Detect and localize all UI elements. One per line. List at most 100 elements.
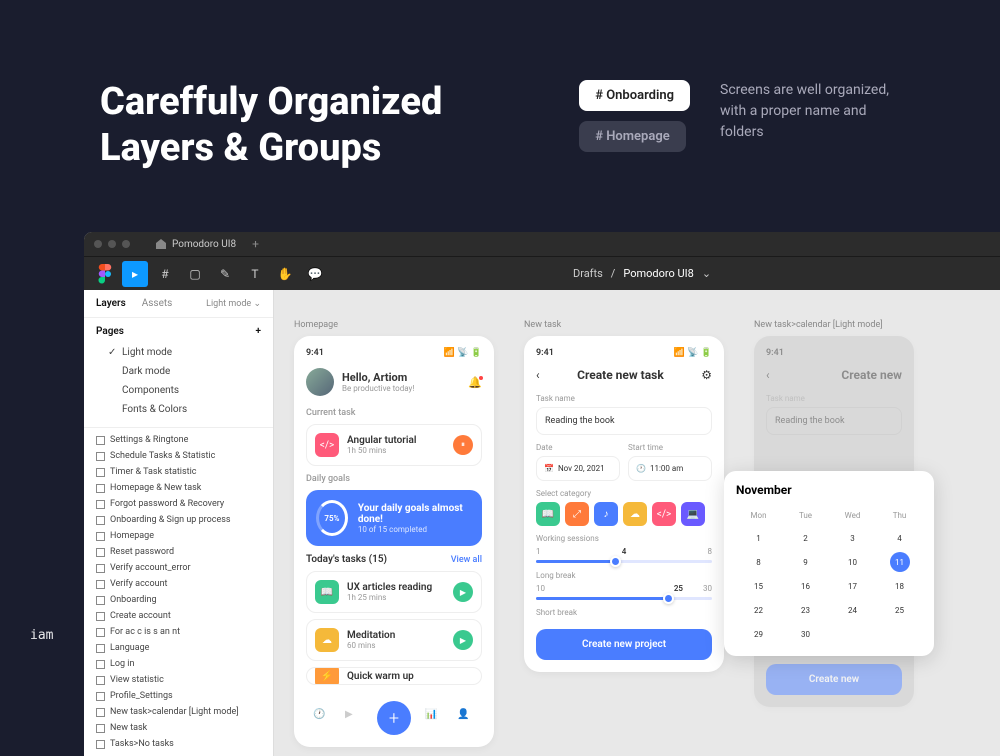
frame-label-newtask[interactable]: New task [524, 320, 724, 330]
page-item[interactable]: Components [96, 381, 261, 400]
layer-item[interactable]: For ac c is s an nt [84, 624, 273, 640]
cal-day[interactable]: 16 [796, 576, 816, 596]
layer-item[interactable]: Tasks>No tasks [84, 736, 273, 752]
tags-group: # Onboarding # Homepage [579, 80, 690, 152]
hand-tool[interactable]: ✋ [272, 261, 298, 287]
layer-item[interactable]: Onboarding [84, 592, 273, 608]
play-button[interactable]: ▶ [453, 582, 473, 602]
nav-profile-icon[interactable]: 👤 [457, 709, 475, 727]
page-item[interactable]: Fonts & Colors [96, 400, 261, 419]
frame-newtask[interactable]: 9:41 📶 📡 🔋 ‹ Create new task ⚙ Task name… [524, 336, 724, 672]
layer-item[interactable]: View statistic [84, 672, 273, 688]
layer-item[interactable]: Forgot password & Recovery [84, 496, 273, 512]
goals-card[interactable]: 75% Your daily goals almost done! 10 of … [306, 490, 482, 546]
avatar[interactable] [306, 368, 334, 396]
cat-expand-icon[interactable]: ⤢ [565, 502, 589, 526]
layer-item[interactable]: Settings & Ringtone [84, 432, 273, 448]
cal-day[interactable]: 10 [843, 552, 863, 572]
layer-item[interactable]: Schedule Tasks & Statistic [84, 448, 273, 464]
time-input[interactable]: 🕐 11:00 am [628, 456, 712, 481]
cal-day[interactable]: 3 [843, 528, 863, 548]
nav-clock-icon[interactable]: 🕐 [313, 709, 331, 727]
date-input[interactable]: 📅 Nov 20, 2021 [536, 456, 620, 481]
create-project-button[interactable]: Create new project [536, 629, 712, 660]
cat-laptop-icon[interactable]: 💻 [681, 502, 705, 526]
cat-code-icon[interactable]: </> [652, 502, 676, 526]
frame-homepage[interactable]: 9:41 📶 📡 🔋 Hello, Artiom Be productive t… [294, 336, 494, 747]
new-tab-button[interactable]: + [252, 237, 259, 251]
page-item[interactable]: Dark mode [96, 362, 261, 381]
longbreak-slider[interactable] [536, 597, 712, 600]
nav-play-icon[interactable]: ▶ [345, 709, 363, 727]
layer-item[interactable]: Homepage [84, 528, 273, 544]
tab-layers[interactable]: Layers [96, 298, 126, 309]
cal-day[interactable]: 11 [890, 552, 910, 572]
cat-book-icon[interactable]: 📖 [536, 502, 560, 526]
fab-add-button[interactable]: + [377, 701, 411, 735]
task-name-input[interactable]: Reading the book [536, 407, 712, 435]
cal-day[interactable]: 8 [749, 552, 769, 572]
create-button[interactable]: Create new [766, 664, 902, 695]
cal-day[interactable]: 15 [749, 576, 769, 596]
task-name-input[interactable]: Reading the book [766, 407, 902, 435]
breadcrumb[interactable]: Drafts / Pomodoro UI8 ⌄ [332, 267, 952, 280]
cal-day[interactable]: 30 [796, 624, 816, 644]
cal-day[interactable]: 17 [843, 576, 863, 596]
window-tab[interactable]: Pomodoro UI8 [156, 239, 236, 250]
calendar-popup[interactable]: November MonTueWedThu1234891011151617182… [724, 471, 934, 656]
mode-dropdown[interactable]: Light mode ⌄ [206, 299, 261, 309]
layer-item[interactable]: Log in [84, 656, 273, 672]
pause-button[interactable]: ⏸ [453, 435, 473, 455]
create-header: Create new [841, 368, 902, 382]
layer-item[interactable]: Verify account_error [84, 560, 273, 576]
bell-icon[interactable]: 🔔 [468, 376, 482, 389]
layer-item[interactable]: Homepage & New task [84, 480, 273, 496]
play-button[interactable]: ▶ [453, 630, 473, 650]
layer-item[interactable]: Onboarding & Sign up process [84, 512, 273, 528]
traffic-max-icon[interactable] [122, 240, 130, 248]
layer-item[interactable]: Verify account [84, 576, 273, 592]
cal-day[interactable]: 4 [890, 528, 910, 548]
page-item[interactable]: ✓Light mode [96, 343, 261, 362]
cal-day[interactable]: 1 [749, 528, 769, 548]
traffic-min-icon[interactable] [108, 240, 116, 248]
cal-day[interactable]: 9 [796, 552, 816, 572]
tab-assets[interactable]: Assets [142, 298, 173, 309]
cal-day[interactable]: 23 [796, 600, 816, 620]
canvas[interactable]: Homepage 9:41 📶 📡 🔋 Hello, Artiom Be pro… [274, 290, 1000, 756]
layer-item[interactable]: New task>calendar [Light mode] [84, 704, 273, 720]
layer-item[interactable]: Create account [84, 608, 273, 624]
traffic-close-icon[interactable] [94, 240, 102, 248]
tag-homepage[interactable]: # Homepage [579, 121, 686, 152]
nav-stats-icon[interactable]: 📊 [425, 709, 443, 727]
cal-day[interactable]: 18 [890, 576, 910, 596]
cal-day[interactable]: 24 [843, 600, 863, 620]
text-tool[interactable]: T [242, 261, 268, 287]
pen-tool[interactable]: ✎ [212, 261, 238, 287]
frame-tool[interactable]: # [152, 261, 178, 287]
cal-day[interactable]: 29 [749, 624, 769, 644]
layer-item[interactable]: Reset password [84, 544, 273, 560]
frame-label-calendar[interactable]: New task>calendar [Light mode] [754, 320, 914, 330]
shape-tool[interactable]: ▢ [182, 261, 208, 287]
layer-item[interactable]: New task [84, 720, 273, 736]
layer-item[interactable]: Language [84, 640, 273, 656]
cal-day[interactable]: 2 [796, 528, 816, 548]
cat-music-icon[interactable]: ♪ [594, 502, 618, 526]
view-all-link[interactable]: View all [451, 555, 482, 565]
back-button[interactable]: ‹ [766, 368, 770, 382]
figma-logo-icon[interactable] [92, 261, 118, 287]
frame-label-homepage[interactable]: Homepage [294, 320, 494, 330]
back-button[interactable]: ‹ [536, 368, 540, 382]
add-page-button[interactable]: + [256, 326, 262, 337]
comment-tool[interactable]: 💬 [302, 261, 328, 287]
tag-onboarding[interactable]: # Onboarding [579, 80, 690, 111]
layer-item[interactable]: Timer & Task statistic [84, 464, 273, 480]
cat-cloud-icon[interactable]: ☁ [623, 502, 647, 526]
cal-day[interactable]: 25 [890, 600, 910, 620]
gear-icon[interactable]: ⚙ [701, 368, 712, 382]
working-slider[interactable] [536, 560, 712, 563]
move-tool[interactable]: ▸ [122, 261, 148, 287]
layer-item[interactable]: Profile_Settings [84, 688, 273, 704]
cal-day[interactable]: 22 [749, 600, 769, 620]
